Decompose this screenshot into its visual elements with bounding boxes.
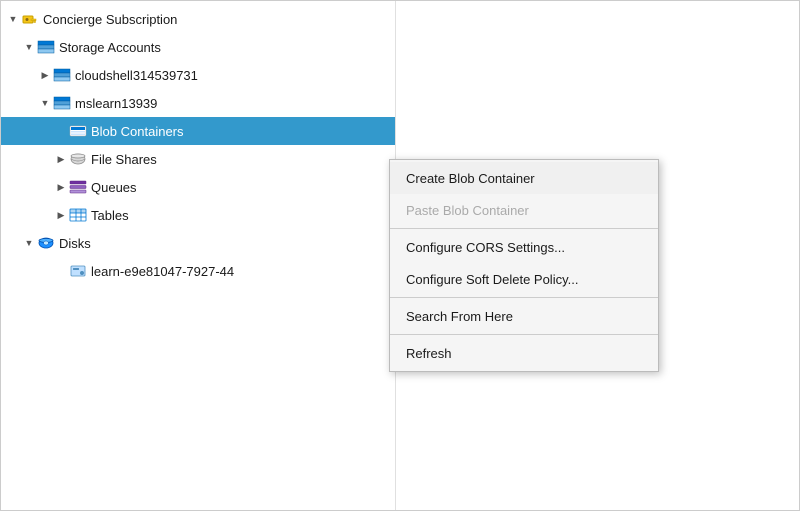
configure-cors-label: Configure CORS Settings... <box>406 240 565 255</box>
tables-icon <box>69 206 87 224</box>
file-shares-label: File Shares <box>91 152 157 167</box>
tree-node-mslearn[interactable]: mslearn13939 <box>1 89 395 117</box>
tree-node-subscription[interactable]: Concierge Subscription <box>1 5 395 33</box>
tree-node-disks[interactable]: Disks <box>1 229 395 257</box>
tree-node-storage-accounts[interactable]: Storage Accounts <box>1 33 395 61</box>
cloudshell-icon <box>53 66 71 84</box>
tree-panel: Concierge Subscription Storage Accounts <box>1 1 396 510</box>
disks-label: Disks <box>59 236 91 251</box>
storage-accounts-icon <box>37 38 55 56</box>
context-menu-separator-2 <box>390 297 658 298</box>
queues-icon <box>69 178 87 196</box>
queues-label: Queues <box>91 180 137 195</box>
context-menu-item-refresh[interactable]: Refresh <box>390 337 658 369</box>
main-container: Concierge Subscription Storage Accounts <box>0 0 800 511</box>
expander-file-shares[interactable] <box>53 151 69 167</box>
subscription-label: Concierge Subscription <box>43 12 177 27</box>
expander-mslearn[interactable] <box>37 95 53 111</box>
expander-cloudshell[interactable] <box>37 67 53 83</box>
expander-disks[interactable] <box>21 235 37 251</box>
context-menu-separator-3 <box>390 334 658 335</box>
expander-subscription[interactable] <box>5 11 21 27</box>
expander-tables[interactable] <box>53 207 69 223</box>
mslearn-label: mslearn13939 <box>75 96 157 111</box>
context-menu-separator-1 <box>390 228 658 229</box>
blob-containers-label: Blob Containers <box>91 124 184 139</box>
tables-label: Tables <box>91 208 129 223</box>
tree-node-cloudshell[interactable]: cloudshell314539731 <box>1 61 395 89</box>
context-menu: Create Blob Container Paste Blob Contain… <box>389 159 659 372</box>
configure-soft-delete-label: Configure Soft Delete Policy... <box>406 272 578 287</box>
disks-icon <box>37 234 55 252</box>
context-menu-item-paste-blob: Paste Blob Container <box>390 194 658 226</box>
context-menu-item-configure-cors[interactable]: Configure CORS Settings... <box>390 231 658 263</box>
context-menu-item-create-blob[interactable]: Create Blob Container <box>390 162 658 194</box>
search-from-here-label: Search From Here <box>406 309 513 324</box>
refresh-label: Refresh <box>406 346 452 361</box>
blob-containers-icon <box>69 122 87 140</box>
paste-blob-container-label: Paste Blob Container <box>406 203 529 218</box>
expander-storage-accounts[interactable] <box>21 39 37 55</box>
context-menu-item-configure-soft-delete[interactable]: Configure Soft Delete Policy... <box>390 263 658 295</box>
tree-node-file-shares[interactable]: File Shares <box>1 145 395 173</box>
tree-node-tables[interactable]: Tables <box>1 201 395 229</box>
cloudshell-label: cloudshell314539731 <box>75 68 198 83</box>
expander-queues[interactable] <box>53 179 69 195</box>
tree-node-disk-item[interactable]: learn-e9e81047-7927-44 <box>1 257 395 285</box>
disk-item-label: learn-e9e81047-7927-44 <box>91 264 234 279</box>
tree-node-queues[interactable]: Queues <box>1 173 395 201</box>
tree-node-blob-containers[interactable]: Blob Containers <box>1 117 395 145</box>
create-blob-container-label: Create Blob Container <box>406 171 535 186</box>
storage-accounts-label: Storage Accounts <box>59 40 161 55</box>
context-menu-item-search-from-here[interactable]: Search From Here <box>390 300 658 332</box>
key-icon <box>21 10 39 28</box>
disk-item-icon <box>69 262 87 280</box>
mslearn-icon <box>53 94 71 112</box>
file-shares-icon <box>69 150 87 168</box>
